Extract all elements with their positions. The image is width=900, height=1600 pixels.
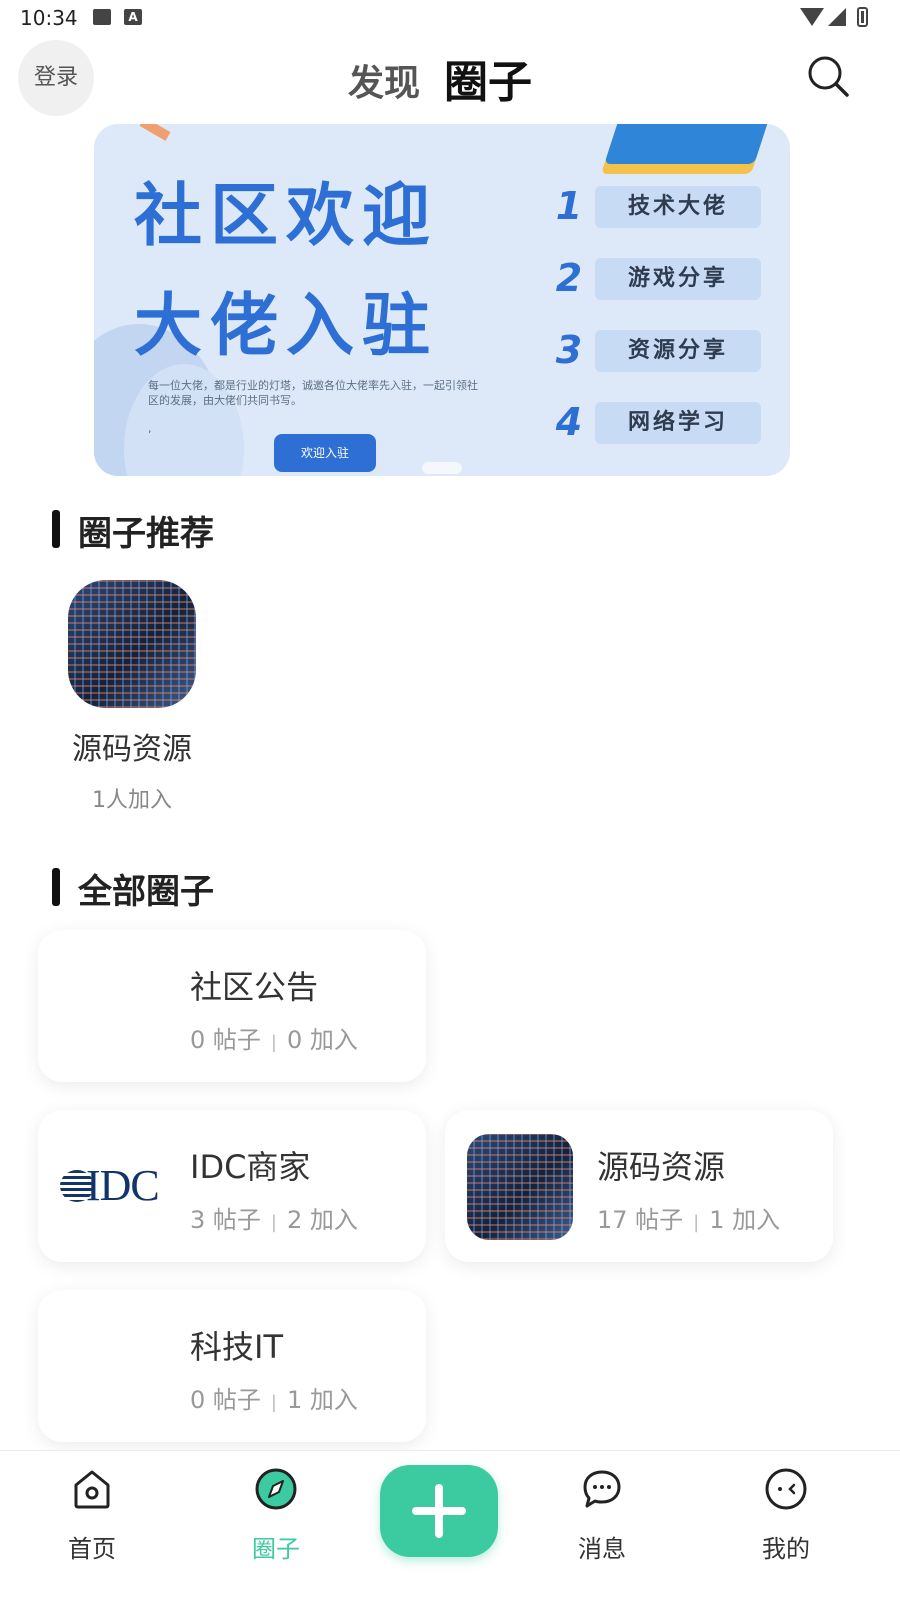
add-post-button[interactable] — [380, 1465, 498, 1557]
status-indicators — [800, 6, 880, 28]
circle-name: 源码资源 — [72, 732, 192, 767]
circle-page: 10:34 A 登录 发现 圈子 社区欢迎 大佬入驻 每一位大佬，都是行业的灯塔… — [0, 0, 900, 1600]
stats-divider: | — [270, 1212, 277, 1233]
banner-list-label: 资源分享 — [595, 330, 761, 372]
search-icon[interactable] — [806, 54, 850, 98]
circle-stats: 0 帖子 | 0 加入 — [190, 1020, 358, 1055]
nav-item-messages[interactable]: 消息 — [542, 1451, 662, 1600]
idc-logo-text: IDC — [86, 1161, 160, 1210]
circle-card[interactable]: IDC IDC商家 3 帖子 | 2 加入 — [38, 1110, 426, 1262]
battery-icon — [857, 7, 868, 27]
circle-name: 社区公告 — [190, 968, 319, 1006]
chat-icon — [583, 1470, 621, 1508]
tab-circle[interactable]: 圈子 — [444, 46, 532, 110]
circle-card[interactable]: 源码资源 17 帖子 | 1 加入 — [445, 1110, 833, 1262]
circle-name: IDC商家 — [190, 1148, 311, 1186]
banner-list-number: 1 — [555, 184, 583, 228]
circle-stats: 17 帖子 | 1 加入 — [597, 1200, 780, 1235]
join-count: 0 加入 — [286, 1026, 358, 1054]
signal-icon — [828, 8, 846, 26]
circle-thumbnail — [68, 580, 196, 708]
post-count: 0 帖子 — [190, 1026, 261, 1054]
app-notification-icon: A — [124, 9, 142, 25]
circle-card[interactable]: 科技IT 0 帖子 | 1 加入 — [38, 1290, 426, 1442]
nav-label: 首页 — [68, 1535, 116, 1563]
circle-card[interactable]: 社区公告 0 帖子 | 0 加入 — [38, 930, 426, 1082]
circle-name: 科技IT — [190, 1328, 283, 1366]
nav-label: 消息 — [578, 1535, 626, 1563]
circle-name: 源码资源 — [597, 1148, 726, 1186]
banner-list-label: 网络学习 — [595, 402, 761, 444]
status-bar: 10:34 A — [0, 0, 900, 36]
section-marker — [52, 510, 60, 548]
stats-divider: | — [270, 1392, 277, 1413]
banner-headline: 社区欢迎 — [134, 177, 439, 256]
banner-list-number: 2 — [555, 256, 583, 300]
stats-divider: | — [693, 1212, 700, 1233]
banner-list-number: 4 — [555, 400, 583, 444]
compass-icon — [255, 1468, 297, 1510]
stats-divider: | — [270, 1032, 277, 1053]
circle-thumbnail — [467, 1134, 573, 1240]
status-time: 10:34 — [20, 6, 78, 30]
wifi-icon — [800, 8, 824, 26]
pencil-illustration — [139, 124, 171, 141]
book-illustration — [604, 124, 774, 164]
banner-mark: , — [148, 422, 152, 435]
top-header: 登录 发现 圈子 — [0, 36, 900, 120]
banner-headline: 大佬入驻 — [134, 287, 439, 366]
tab-discover[interactable]: 发现 — [348, 54, 420, 106]
carousel-indicator[interactable] — [422, 462, 462, 474]
post-count: 17 帖子 — [597, 1206, 684, 1234]
nav-label: 圈子 — [252, 1535, 300, 1563]
nav-label: 我的 — [762, 1535, 810, 1563]
nav-item-home[interactable]: 首页 — [32, 1451, 152, 1600]
home-icon — [74, 1470, 110, 1509]
join-count: 1 加入 — [709, 1206, 781, 1234]
idc-logo: IDC — [60, 1150, 168, 1224]
banner-list-label: 技术大佬 — [595, 186, 761, 228]
section-title-text: 圈子推荐 — [78, 514, 214, 554]
post-count: 3 帖子 — [190, 1206, 261, 1234]
join-count: 1 加入 — [286, 1386, 358, 1414]
promo-banner[interactable]: 社区欢迎 大佬入驻 每一位大佬，都是行业的灯塔，诚邀各位大佬率先入驻，一起引领社… — [94, 124, 790, 476]
nav-item-circle[interactable]: 圈子 — [216, 1451, 336, 1600]
image-notification-icon — [93, 9, 111, 25]
plus-icon — [435, 1484, 443, 1538]
section-marker — [52, 868, 60, 906]
circle-stats: 3 帖子 | 2 加入 — [190, 1200, 358, 1235]
banner-description: 每一位大佬，都是行业的灯塔，诚邀各位大佬率先入驻，一起引领社区的发展，由大佬们共… — [148, 379, 478, 407]
nav-item-profile[interactable]: 我的 — [726, 1451, 846, 1600]
post-count: 0 帖子 — [190, 1386, 261, 1414]
banner-list-number: 3 — [555, 328, 583, 372]
bottom-nav: 首页 圈子 消息 我的 — [0, 1450, 900, 1600]
circle-stats: 0 帖子 | 1 加入 — [190, 1380, 358, 1415]
banner-list-label: 游戏分享 — [595, 258, 761, 300]
join-count: 2 加入 — [286, 1206, 358, 1234]
circle-member-count: 1人加入 — [92, 788, 172, 813]
section-title-text: 全部圈子 — [78, 872, 214, 912]
login-button[interactable]: 登录 — [18, 40, 94, 116]
banner-cta-button[interactable]: 欢迎入驻 — [274, 434, 376, 472]
face-icon — [765, 1468, 807, 1510]
